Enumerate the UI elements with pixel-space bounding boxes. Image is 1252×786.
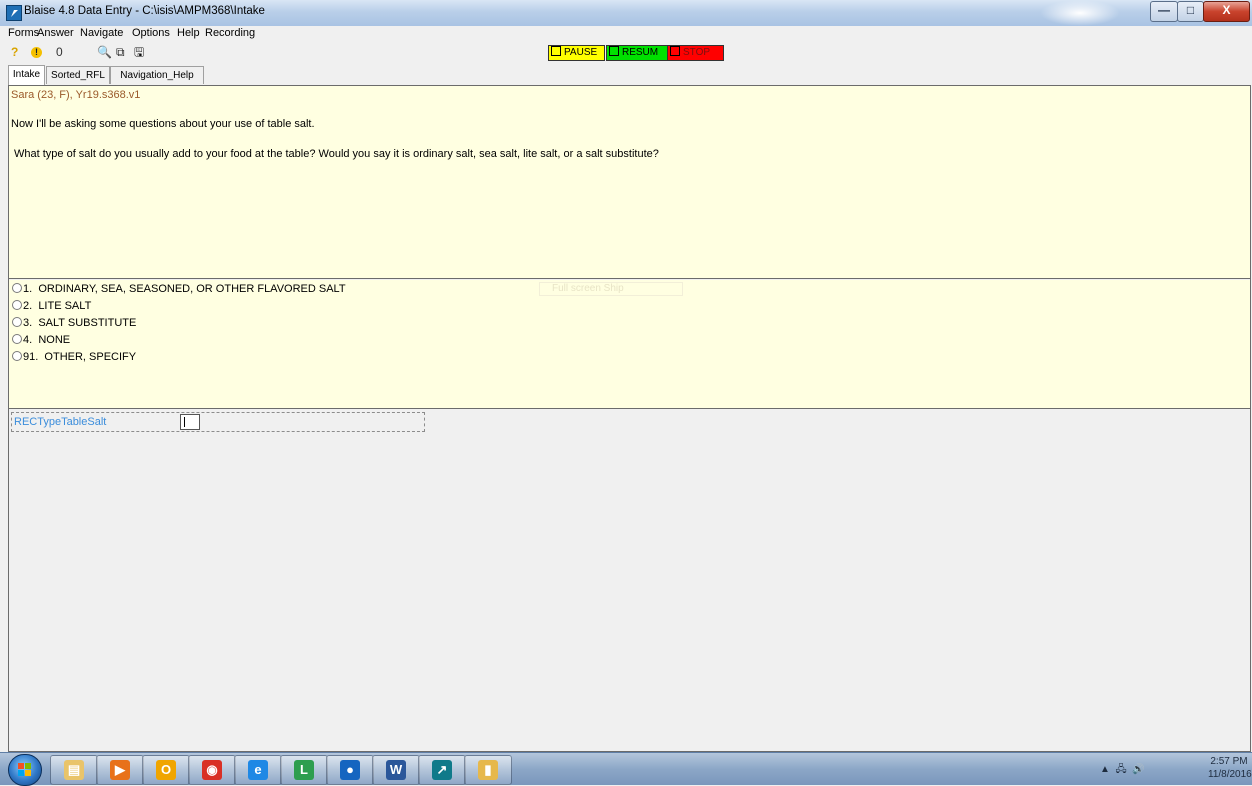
- blaise-app-icon: [6, 5, 22, 21]
- menu-navigate[interactable]: Navigate: [80, 27, 123, 39]
- lync-icon: L: [294, 760, 314, 780]
- taskbar-app-button[interactable]: W: [372, 755, 420, 785]
- resume-recording-button[interactable]: RESUM: [606, 45, 669, 61]
- question-panel: Sara (23, F), Yr19.s368.v1 Now I'll be a…: [9, 86, 1250, 279]
- radio-button[interactable]: [12, 300, 22, 310]
- outlook-icon: O: [156, 760, 176, 780]
- save-icon[interactable]: 🖫: [134, 45, 144, 59]
- answer-option[interactable]: 91. OTHER, SPECIFY: [12, 351, 136, 363]
- taskbar-app-button[interactable]: ●: [326, 755, 374, 785]
- tray-icons[interactable]: ▲ 🖧 🔊: [1100, 762, 1145, 779]
- tab-intake[interactable]: Intake: [8, 65, 45, 85]
- field-row: RECTypeTableSalt: [11, 412, 425, 432]
- radio-button[interactable]: [12, 317, 22, 327]
- copy-icon[interactable]: ⧉: [116, 45, 125, 59]
- taskbar-app-button[interactable]: ↗: [418, 755, 466, 785]
- pause-icon: [551, 46, 561, 56]
- taskbar-app-button[interactable]: L: [280, 755, 328, 785]
- taskbar-app-button[interactable]: O: [142, 755, 190, 785]
- field-input[interactable]: [180, 414, 200, 430]
- faint-overlay-label: Full screen Ship: [539, 282, 683, 296]
- taskbar-app-button[interactable]: ▮: [464, 755, 512, 785]
- media-player-icon: ▶: [110, 760, 130, 780]
- answer-option[interactable]: 4. NONE: [12, 334, 70, 346]
- taskbar-app-button[interactable]: ▶: [96, 755, 144, 785]
- start-button[interactable]: [8, 754, 42, 786]
- field-name-label: RECTypeTableSalt: [14, 416, 107, 428]
- play-icon: [609, 46, 619, 56]
- tab-navigation-help[interactable]: Navigation_Help: [110, 66, 204, 84]
- answer-option[interactable]: 3. SALT SUBSTITUTE: [12, 317, 136, 329]
- windows-logo-icon: [18, 763, 31, 776]
- menu-bar: Forms Answer Navigate Options Help Recor…: [0, 26, 1252, 41]
- clock-time: 2:57 PM: [1210, 756, 1248, 767]
- form-frame: Sara (23, F), Yr19.s368.v1 Now I'll be a…: [8, 85, 1251, 752]
- clock[interactable]: 2:57 PM 11/8/2016: [1208, 755, 1252, 781]
- find-icon[interactable]: 🔍: [97, 45, 112, 59]
- answer-option[interactable]: 2. LITE SALT: [12, 300, 91, 312]
- taskbar-app-button[interactable]: ▤: [50, 755, 98, 785]
- taskbar-app-button[interactable]: ◉: [188, 755, 236, 785]
- folder-icon: ▮: [478, 760, 498, 780]
- radio-button[interactable]: [12, 283, 22, 293]
- pause-recording-button[interactable]: PAUSE: [548, 45, 605, 61]
- minimize-button[interactable]: —: [1150, 1, 1178, 22]
- radio-button[interactable]: [12, 351, 22, 361]
- window-title: Blaise 4.8 Data Entry - C:\isis\AMPM368\…: [24, 5, 265, 17]
- stop-icon: [670, 46, 680, 56]
- taskbar: ▤ ▶ O ◉ e L ● W ↗ ▮ ▲ 🖧 🔊 2:57 PM 11/8/2016: [0, 752, 1252, 786]
- menu-forms[interactable]: Forms: [8, 27, 39, 39]
- menu-answer[interactable]: Answer: [37, 27, 74, 39]
- attachment-icon[interactable]: 0: [56, 45, 63, 59]
- maximize-button[interactable]: □: [1177, 1, 1204, 22]
- tab-sorted-rfl[interactable]: Sorted_RFL: [46, 66, 110, 84]
- blue-red-app-icon: ●: [340, 760, 360, 780]
- blaise-icon: ↗: [432, 760, 452, 780]
- question-text: What type of salt do you usually add to …: [14, 148, 659, 160]
- alert-icon[interactable]: !: [31, 47, 42, 58]
- file-explorer-icon: ▤: [64, 760, 84, 780]
- word-icon: W: [386, 760, 406, 780]
- chrome-icon: ◉: [202, 760, 222, 780]
- clock-date: 11/8/2016: [1208, 769, 1252, 780]
- menu-help[interactable]: Help: [177, 27, 200, 39]
- menu-options[interactable]: Options: [132, 27, 170, 39]
- respondent-info: Sara (23, F), Yr19.s368.v1: [11, 89, 141, 101]
- help-icon[interactable]: ?: [11, 45, 18, 59]
- question-intro: Now I'll be asking some questions about …: [11, 118, 315, 130]
- answer-panel: Full screen Ship 1. ORDINARY, SEA, SEASO…: [9, 280, 1250, 409]
- answer-option[interactable]: 1. ORDINARY, SEA, SEASONED, OR OTHER FLA…: [12, 283, 346, 295]
- radio-button[interactable]: [12, 334, 22, 344]
- internet-explorer-icon: e: [248, 760, 268, 780]
- taskbar-app-button[interactable]: e: [234, 755, 282, 785]
- title-bar: Blaise 4.8 Data Entry - C:\isis\AMPM368\…: [0, 0, 1252, 27]
- menu-recording[interactable]: Recording: [205, 27, 255, 39]
- close-button[interactable]: X: [1203, 1, 1250, 22]
- stop-recording-button[interactable]: STOP: [667, 45, 724, 61]
